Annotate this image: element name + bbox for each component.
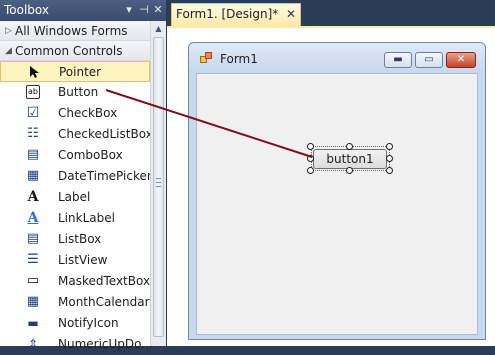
tool-item-label-control[interactable]: A Label <box>0 187 150 208</box>
resize-handle-left[interactable] <box>307 155 314 162</box>
tool-item-datetimepicker[interactable]: ▦ DateTimePicker <box>0 166 152 187</box>
tool-item-button[interactable]: ab Button <box>0 82 150 103</box>
tool-item-label: ListView <box>58 253 108 267</box>
month-calendar-icon: ▦ <box>26 294 40 309</box>
form-titlebar[interactable]: Form1 ▬ ▭ ✕ <box>189 43 485 73</box>
tool-item-pointer[interactable]: Pointer <box>0 61 150 82</box>
tool-item-listview[interactable]: ☰ ListView <box>0 250 150 271</box>
group-label: All Windows Forms <box>15 24 128 38</box>
tool-item-label: NotifyIcon <box>58 316 119 330</box>
scroll-up-arrow-icon[interactable]: ▲ <box>151 21 166 37</box>
tool-item-label: Label <box>58 190 91 204</box>
tool-item-label: Button <box>58 85 99 99</box>
group-all-windows-forms[interactable]: ▷ All Windows Forms <box>0 21 150 41</box>
checked-list-box-icon: ☷ <box>27 126 39 141</box>
toolbox-header: Toolbox ▾ ⊣ ✕ <box>0 0 166 21</box>
tool-item-label: ComboBox <box>58 148 123 162</box>
tool-item-label: LinkLabel <box>58 211 115 225</box>
group-label: Common Controls <box>15 44 123 58</box>
resize-handle-top-right[interactable] <box>386 143 393 150</box>
label-icon: A <box>27 189 39 205</box>
pointer-arrow-icon <box>27 65 41 79</box>
form-window[interactable]: Form1 ▬ ▭ ✕ <box>188 42 486 340</box>
toolbox-close-icon[interactable]: ✕ <box>151 3 165 17</box>
collapse-arrow-icon: ◢ <box>5 46 12 56</box>
tab-close-icon[interactable]: ✕ <box>286 4 296 25</box>
tool-item-label: MonthCalendar <box>58 295 150 309</box>
tool-item-numericupdown[interactable]: ⇕ NumericUpDo... <box>0 334 153 355</box>
resize-handle-right[interactable] <box>386 155 393 162</box>
toolbox-scrollbar[interactable]: ▲ <box>150 21 166 346</box>
tool-item-combobox[interactable]: ▤ ComboBox <box>0 145 150 166</box>
tool-item-monthcalendar[interactable]: ▦ MonthCalendar <box>0 292 150 313</box>
tool-item-label: CheckedListBox <box>58 127 153 141</box>
listview-icon: ☰ <box>27 252 39 267</box>
tool-item-label: Pointer <box>59 65 102 79</box>
toolbox-list: ▷ All Windows Forms ◢ Common Controls Po… <box>0 21 153 351</box>
expand-arrow-icon: ▷ <box>5 26 12 36</box>
numeric-updown-icon: ⇕ <box>27 337 39 351</box>
scroll-grip-icon <box>156 178 161 187</box>
date-time-picker-icon: ▦ <box>26 168 40 183</box>
minimize-icon[interactable]: ▬ <box>384 52 412 68</box>
tool-item-linklabel[interactable]: A LinkLabel <box>0 208 150 229</box>
notify-icon: ▬ <box>27 316 39 330</box>
tool-item-maskedtextbox[interactable]: ▭ MaskedTextBox <box>0 271 150 292</box>
button-icon: ab <box>26 85 40 99</box>
tool-item-label: MaskedTextBox <box>58 274 151 288</box>
tool-item-checkbox[interactable]: ☑ CheckBox <box>0 103 150 124</box>
resize-handle-bottom-left[interactable] <box>307 167 314 174</box>
link-label-icon: A <box>27 210 39 226</box>
button1-control[interactable]: button1 <box>313 149 387 169</box>
toolbox-title: Toolbox <box>4 3 49 17</box>
group-common-controls[interactable]: ◢ Common Controls <box>0 41 150 61</box>
tool-item-label: NumericUpDo... <box>58 337 153 351</box>
toolbox-dropdown-icon[interactable]: ▾ <box>122 3 136 17</box>
form-client-area[interactable] <box>196 73 478 335</box>
scroll-thumb[interactable] <box>153 37 164 337</box>
combobox-icon: ▤ <box>26 147 40 162</box>
form-title: Form1 <box>220 52 258 66</box>
document-tab-strip: Form1. [Design]* ✕ <box>167 0 495 26</box>
window-close-icon[interactable]: ✕ <box>446 52 476 68</box>
resize-handle-top-left[interactable] <box>307 143 314 150</box>
toolbox-panel: Toolbox ▾ ⊣ ✕ ▷ All Windows Forms ◢ Comm… <box>0 0 166 351</box>
tab-form1-design[interactable]: Form1. [Design]* ✕ <box>171 3 301 26</box>
resize-handle-bottom-right[interactable] <box>386 167 393 174</box>
resize-handle-bottom[interactable] <box>346 167 353 174</box>
tool-item-notifyicon[interactable]: ▬ NotifyIcon <box>0 313 150 334</box>
tool-item-label: CheckBox <box>58 106 118 120</box>
resize-handle-top[interactable] <box>346 143 353 150</box>
listbox-icon: ▤ <box>26 231 40 246</box>
tool-item-listbox[interactable]: ▤ ListBox <box>0 229 150 250</box>
form-app-icon <box>200 52 212 64</box>
tool-item-label: DateTimePicker <box>58 169 152 183</box>
tab-label: Form1. [Design]* <box>176 7 279 21</box>
masked-textbox-icon: ▭ <box>26 273 40 288</box>
pin-icon[interactable]: ⊣ <box>137 3 151 17</box>
tool-item-checkedlistbox[interactable]: ☷ CheckedListBox <box>0 124 153 145</box>
maximize-icon[interactable]: ▭ <box>415 52 443 68</box>
checkbox-icon: ☑ <box>26 105 40 121</box>
tool-item-label: ListBox <box>58 232 102 246</box>
